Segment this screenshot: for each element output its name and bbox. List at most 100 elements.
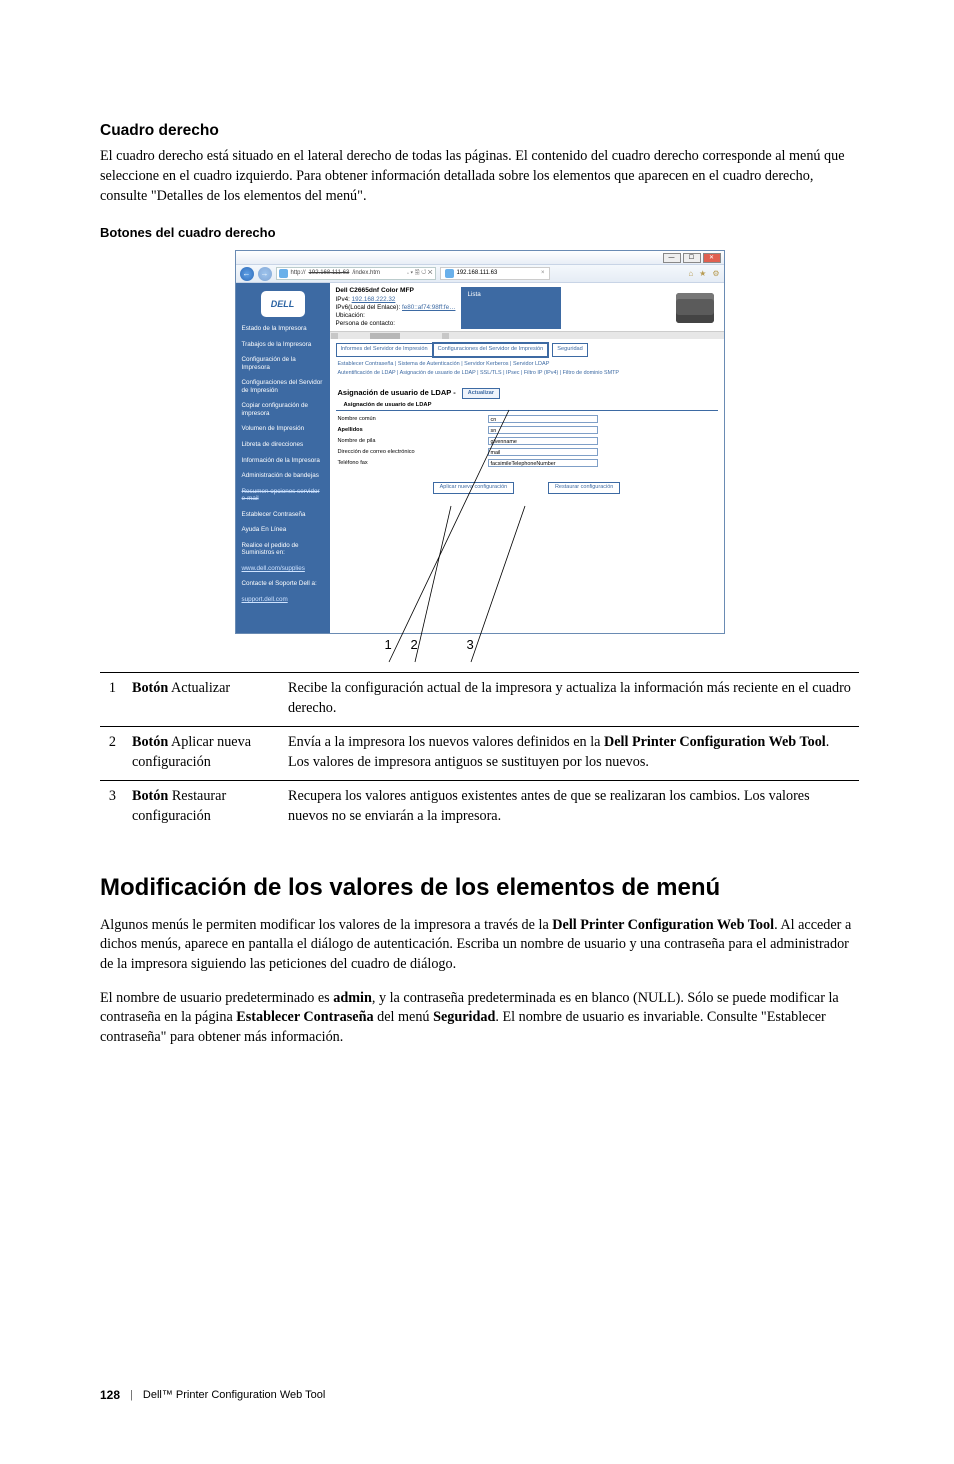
window-titlebar: — ☐ ✕ [236, 251, 724, 265]
main-paragraph-1: Algunos menús le permiten modificar los … [100, 916, 859, 975]
row-desc: Recupera los valores antiguos existentes… [282, 781, 859, 835]
sidebar-item-set-password[interactable]: Establecer Contraseña [242, 511, 324, 519]
ipv6-label: IPv6(Local del Enlace): [336, 304, 401, 311]
form-rows: Nombre comúncn Apellidossn Nombre de pil… [330, 415, 724, 470]
row-input[interactable]: givenname [488, 437, 598, 445]
browser-window: — ☐ ✕ ← → http:// 192.168.111.63 /index.… [235, 250, 725, 634]
row-input[interactable]: sn [488, 426, 598, 434]
row-label: Nombre común [338, 416, 488, 424]
page-footer: 128 | Dell™ Printer Configuration Web To… [100, 1387, 859, 1404]
row-input[interactable]: cn [488, 415, 598, 423]
row-input[interactable]: mail [488, 448, 598, 456]
ipv4-label: IPv4: [336, 296, 350, 303]
callout-1: 1 [385, 636, 392, 654]
row-desc: Recibe la configuración actual de la imp… [282, 673, 859, 727]
window-maximize-button[interactable]: ☐ [683, 253, 701, 263]
pane-title-row: Asignación de usuario de LDAP - Actualiz… [330, 384, 724, 403]
ipv4-value[interactable]: 192.168.222.32 [352, 296, 396, 303]
row-label: Dirección de correo electrónico [338, 449, 488, 457]
row-input[interactable]: facsimileTelephoneNumber [488, 459, 598, 467]
status-text: Lista [467, 291, 555, 300]
breadcrumb-row-2[interactable]: Autentificación de LDAP | Asignación de … [330, 368, 724, 383]
tab-close-icon[interactable]: × [541, 267, 545, 280]
sidebar-item-order-supplies-label: Realice el pedido de Suministros en: [242, 542, 324, 557]
page-number: 128 [100, 1387, 120, 1404]
sidebar-item-info[interactable]: Información de la Impresora [242, 457, 324, 465]
apply-button[interactable]: Aplicar nueva configuración [433, 482, 515, 494]
browser-tab[interactable]: 192.168.111.63 × [440, 267, 550, 280]
row-num: 2 [100, 727, 126, 781]
right-pane: Dell C2665dnf Color MFP IPv4: 192.168.22… [330, 283, 724, 633]
sidebar: DELL Estado de la Impresora Trabajos de … [236, 283, 330, 633]
row-label: Nombre de pila [338, 438, 488, 446]
nav-back-button[interactable]: ← [240, 267, 254, 281]
sidebar-item-order-supplies-url[interactable]: www.dell.com/supplies [242, 565, 324, 573]
printer-image [672, 287, 718, 329]
callout-2: 2 [411, 636, 418, 654]
pane-title: Asignación de usuario de LDAP - [338, 388, 456, 398]
button-description-table: 1 Botón Actualizar Recibe la configuraci… [100, 672, 859, 835]
url-suffix-icons: 𝆹 ▾ 🗟 ↺ ✕ [407, 267, 433, 280]
sidebar-item-copy-config[interactable]: Copiar configuración de impresora [242, 402, 324, 417]
sidebar-item-trays[interactable]: Administración de bandejas [242, 472, 324, 480]
subtabs: Informes del Servidor de Impresión Confi… [330, 339, 724, 357]
sidebar-item-status[interactable]: Estado de la Impresora [242, 325, 324, 333]
ie-icon [279, 269, 288, 278]
url-prefix: http:// [291, 267, 306, 280]
row-label: Apellidos [338, 427, 488, 435]
tools-icon[interactable]: ⚙ [712, 268, 719, 279]
sidebar-item-addressbook[interactable]: Libreta de direcciones [242, 441, 324, 449]
row-num: 1 [100, 673, 126, 727]
ipv6-value[interactable]: fe80::af74:98ff:fe… [402, 304, 455, 311]
sidebar-item-volume[interactable]: Volumen de Impresión [242, 425, 324, 433]
sidebar-item-support-label: Contacte el Soporte Dell a: [242, 580, 324, 588]
info-bar: Dell C2665dnf Color MFP IPv4: 192.168.22… [330, 283, 724, 331]
url-field[interactable]: http:// 192.168.111.63 /index.htm 𝆹 ▾ 🗟 … [276, 267, 436, 280]
main-heading: Modificación de los valores de los eleme… [100, 871, 859, 904]
contact-label: Persona de contacto: [336, 320, 456, 328]
refresh-button[interactable]: Actualizar [462, 388, 500, 400]
ie-icon [445, 269, 454, 278]
sidebar-item-printer-config[interactable]: Configuración de la Impresora [242, 356, 324, 371]
sidebar-item-server-config[interactable]: Configuraciones del Servidor de Impresió… [242, 379, 324, 394]
subtab-reports[interactable]: Informes del Servidor de Impresión [336, 343, 433, 357]
main-paragraph-2: El nombre de usuario predeterminado es a… [100, 989, 859, 1048]
url-host: 192.168.111.63 [309, 267, 350, 280]
screenshot-figure: — ☐ ✕ ← → http:// 192.168.111.63 /index.… [235, 250, 725, 634]
toolbar-icons: ⌂ ★ ⚙ [688, 268, 719, 279]
subtab-security[interactable]: Seguridad [552, 343, 588, 357]
window-minimize-button[interactable]: — [663, 253, 681, 263]
callout-3: 3 [467, 636, 474, 654]
section-paragraph: El cuadro derecho está situado en el lat… [100, 147, 859, 206]
subsection-heading: Botones del cuadro derecho [100, 224, 859, 242]
sidebar-item-online-help[interactable]: Ayuda En Línea [242, 526, 324, 534]
window-close-button[interactable]: ✕ [703, 253, 721, 263]
footer-separator: | [130, 1388, 133, 1403]
favorites-icon[interactable]: ★ [699, 268, 706, 279]
row-name: Botón Aplicar nueva configuración [126, 727, 282, 781]
row-desc: Envía a la impresora los nuevos valores … [282, 727, 859, 781]
home-icon[interactable]: ⌂ [688, 268, 693, 279]
dell-logo: DELL [261, 291, 305, 317]
sidebar-item-email-summary[interactable]: Resumen opciones servidor e-mail [242, 488, 324, 503]
callout-numbers: 1 2 3 [235, 636, 725, 656]
printer-model: Dell C2665dnf Color MFP [336, 287, 456, 296]
url-path: /index.htm [352, 267, 380, 280]
sidebar-item-jobs[interactable]: Trabajos de la Impresora [242, 341, 324, 349]
horizontal-scrollbar[interactable] [330, 331, 724, 339]
subtab-config[interactable]: Configuraciones del Servidor de Impresió… [433, 343, 549, 357]
location-label: Ubicación: [336, 312, 456, 320]
section-heading: Cuadro derecho [100, 120, 859, 141]
form-header: Asignación de usuario de LDAP [336, 402, 718, 411]
row-name: Botón Actualizar [126, 673, 282, 727]
footer-title: Dell™ Printer Configuration Web Tool [143, 1388, 325, 1403]
row-num: 3 [100, 781, 126, 835]
breadcrumb-row-1[interactable]: Establecer Contraseña | Sistema de Auten… [330, 357, 724, 369]
tab-label: 192.168.111.63 [457, 267, 498, 280]
status-chip: Lista [461, 287, 561, 329]
nav-forward-button[interactable]: → [258, 267, 272, 281]
row-label: Teléfono fax [338, 460, 488, 468]
row-name: Botón Restaurar configuración [126, 781, 282, 835]
restore-button[interactable]: Restaurar configuración [548, 482, 620, 494]
sidebar-item-support-url[interactable]: support.dell.com [242, 596, 324, 604]
